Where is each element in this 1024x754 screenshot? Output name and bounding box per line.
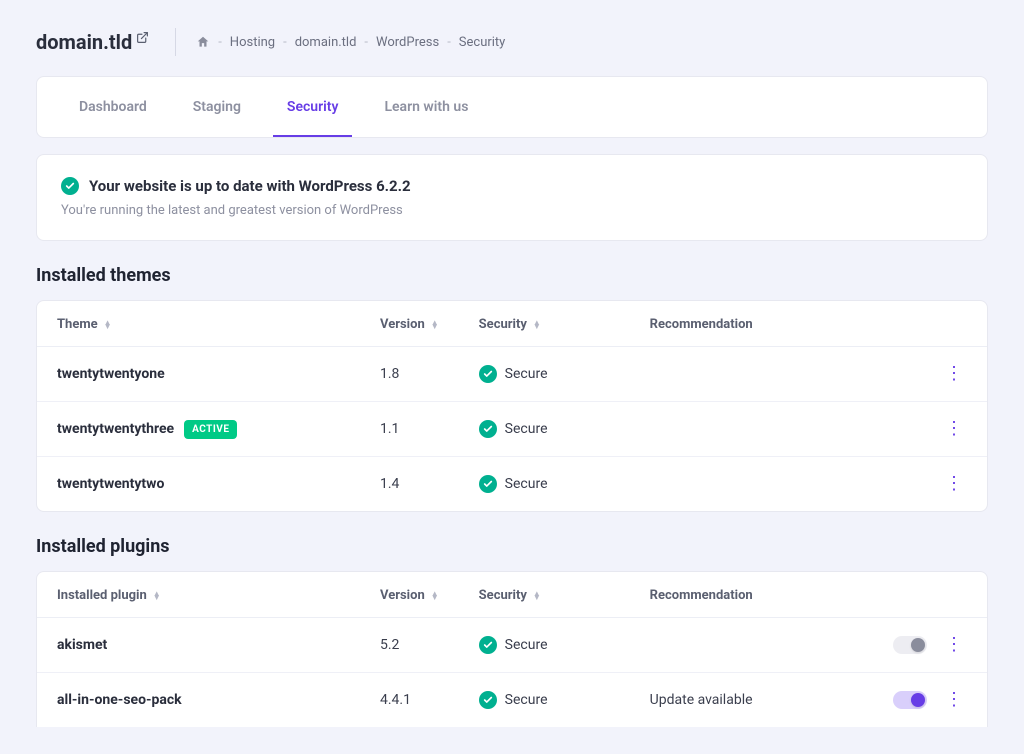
status-banner: Your website is up to date with WordPres…	[36, 154, 988, 241]
table-row: twentytwentyone 1.8 Secure ⋮	[37, 347, 987, 402]
table-row: akismet 5.2 Secure ⋮	[37, 618, 987, 673]
plugin-toggle[interactable]	[893, 691, 927, 709]
sort-icon: ▲▼	[533, 592, 541, 600]
installed-plugins-heading: Installed plugins	[36, 536, 988, 557]
plugin-version: 4.4.1	[380, 692, 411, 708]
plugins-table-card: Installed plugin▲▼ Version▲▼ Security▲▼ …	[36, 571, 988, 727]
column-label: Version	[380, 588, 425, 603]
table-row: twentytwentytwo 1.4 Secure ⋮	[37, 457, 987, 512]
themes-col-name[interactable]: Theme ▲▼	[37, 301, 360, 347]
plugin-recommendation: Update available	[650, 692, 753, 708]
sort-icon: ▲▼	[431, 321, 439, 329]
breadcrumb-separator: -	[283, 35, 287, 50]
themes-col-security[interactable]: Security ▲▼	[459, 301, 630, 347]
breadcrumb: - Hosting - domain.tld - WordPress - Sec…	[196, 35, 505, 50]
theme-version: 1.4	[380, 476, 399, 492]
breadcrumb-separator: -	[447, 35, 451, 50]
row-menu-button[interactable]: ⋮	[941, 473, 967, 495]
theme-name: twentytwentytwo	[57, 476, 164, 492]
tab-learn-with-us[interactable]: Learn with us	[370, 77, 482, 137]
theme-name: twentytwentyone	[57, 366, 165, 382]
banner-subtitle: You're running the latest and greatest v…	[61, 203, 963, 218]
check-circle-icon	[479, 475, 497, 493]
banner-title: Your website is up to date with WordPres…	[89, 177, 411, 195]
breadcrumb-item[interactable]: domain.tld	[295, 35, 357, 50]
theme-version: 1.8	[380, 366, 399, 382]
installed-themes-heading: Installed themes	[36, 265, 988, 286]
tab-bar: Dashboard Staging Security Learn with us	[36, 76, 988, 138]
table-row: all-in-one-seo-pack 4.4.1 Secure Update …	[37, 673, 987, 728]
external-link-icon	[136, 31, 149, 44]
themes-table-card: Theme ▲▼ Version ▲▼ Security ▲▼ Recommendat…	[36, 300, 988, 512]
row-menu-button[interactable]: ⋮	[941, 363, 967, 385]
security-label: Secure	[505, 476, 548, 492]
plugins-col-version[interactable]: Version ▲▼	[360, 572, 459, 618]
row-menu-button[interactable]: ⋮	[941, 418, 967, 440]
security-label: Secure	[505, 692, 548, 708]
sort-icon: ▲▼	[431, 592, 439, 600]
breadcrumb-item[interactable]: Security	[459, 35, 506, 50]
header-divider	[175, 28, 176, 56]
domain-title[interactable]: domain.tld	[36, 30, 149, 54]
breadcrumb-item[interactable]: Hosting	[230, 35, 275, 50]
themes-col-version[interactable]: Version ▲▼	[360, 301, 459, 347]
check-circle-icon	[61, 177, 79, 195]
tab-dashboard[interactable]: Dashboard	[65, 77, 161, 137]
tab-staging[interactable]: Staging	[179, 77, 255, 137]
column-label: Installed plugin	[57, 588, 147, 603]
security-label: Secure	[505, 421, 548, 437]
column-label: Security	[479, 317, 527, 332]
security-label: Secure	[505, 366, 548, 382]
check-circle-icon	[479, 636, 497, 654]
domain-name: domain.tld	[36, 30, 132, 54]
column-label: Security	[479, 588, 527, 603]
table-row: twentytwentythree ACTIVE 1.1 Secure ⋮	[37, 402, 987, 457]
breadcrumb-separator: -	[218, 35, 222, 50]
plugin-name: akismet	[57, 637, 107, 653]
column-label: Recommendation	[650, 317, 753, 332]
row-menu-button[interactable]: ⋮	[941, 634, 967, 656]
themes-table: Theme ▲▼ Version ▲▼ Security ▲▼ Recommendat…	[37, 301, 987, 511]
plugins-table: Installed plugin▲▼ Version▲▼ Security▲▼ …	[37, 572, 987, 727]
column-label: Version	[380, 317, 425, 332]
row-menu-button[interactable]: ⋮	[941, 689, 967, 711]
plugins-col-name[interactable]: Installed plugin ▲▼	[37, 572, 360, 618]
theme-version: 1.1	[380, 421, 399, 437]
plugin-name: all-in-one-seo-pack	[57, 692, 182, 708]
home-icon[interactable]	[196, 35, 210, 49]
theme-name: twentytwentythree	[57, 421, 174, 437]
security-label: Secure	[505, 637, 548, 653]
sort-icon: ▲▼	[153, 592, 161, 600]
themes-col-recommendation: Recommendation	[630, 301, 897, 347]
check-circle-icon	[479, 691, 497, 709]
plugin-version: 5.2	[380, 637, 399, 653]
column-label: Recommendation	[650, 588, 753, 603]
plugins-col-recommendation: Recommendation	[630, 572, 873, 618]
check-circle-icon	[479, 365, 497, 383]
page-header: domain.tld - Hosting - domain.tld - Word…	[36, 28, 988, 56]
tab-security[interactable]: Security	[273, 77, 353, 137]
plugins-col-security[interactable]: Security ▲▼	[459, 572, 630, 618]
plugin-toggle[interactable]	[893, 636, 927, 654]
sort-icon: ▲▼	[533, 321, 541, 329]
breadcrumb-separator: -	[364, 35, 368, 50]
breadcrumb-item[interactable]: WordPress	[376, 35, 439, 50]
check-circle-icon	[479, 420, 497, 438]
sort-icon: ▲▼	[104, 321, 112, 329]
column-label: Theme	[57, 317, 98, 332]
active-badge: ACTIVE	[184, 420, 237, 439]
